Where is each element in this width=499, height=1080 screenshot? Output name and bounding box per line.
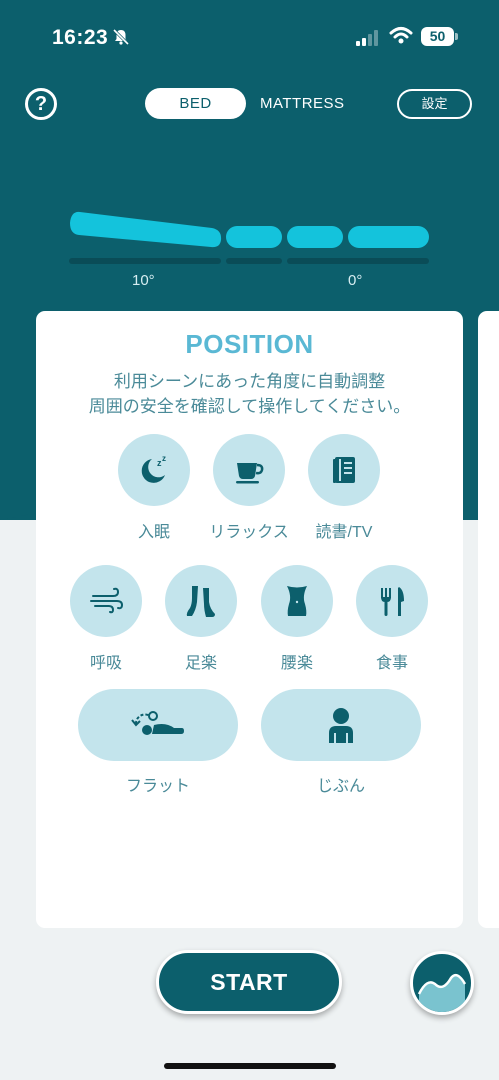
position-relax-label: リラックス [209,524,289,541]
coffee-cup-icon [236,463,264,484]
home-indicator [164,1063,336,1069]
book-icon [333,457,355,483]
position-reading-label: 読書/TV [315,524,373,541]
settings-button[interactable]: 設定 [397,89,472,119]
position-relax-button[interactable] [213,434,285,506]
bed-base-foot [287,258,429,264]
svg-text:z: z [162,454,166,463]
tab-bed[interactable]: BED [145,88,246,119]
position-flat-button[interactable] [78,689,238,761]
description-line-2: 周囲の安全を確認して操作してください。 [88,397,411,416]
fork-knife-icon [381,587,404,616]
position-waist-label: 腰楽 [280,655,313,672]
bed-foot-segment [348,226,429,248]
wifi-icon [389,26,413,51]
description-line-1: 利用シーンにあった角度に自動調整 [113,372,386,391]
bed-seat-segment [226,226,282,248]
waist-icon [287,586,307,616]
position-waist-button[interactable] [261,565,333,637]
feet-icon [186,586,215,617]
signal-icon [356,30,382,51]
position-custom-label: じぶん [316,778,365,795]
person-icon [329,708,353,743]
status-bar: 16:23 50 [0,22,499,56]
start-button[interactable]: START [156,950,342,1014]
foot-angle-label: 0° [348,272,363,289]
bed-base-head [69,258,221,264]
position-sleep-button[interactable]: z z [118,434,190,506]
bed-thigh-segment [287,226,343,248]
position-breathing-label: 呼吸 [89,655,122,672]
battery-tip [455,33,458,40]
position-breathing-button[interactable] [70,565,142,637]
bed-base-seat [226,258,282,264]
position-custom-button[interactable] [261,689,421,761]
wind-icon [90,587,124,614]
help-button[interactable]: ? [25,88,57,120]
card-title: POSITION [185,329,314,359]
position-meal-label: 食事 [375,655,408,672]
position-meal-button[interactable] [356,565,428,637]
battery-indicator: 50 [421,27,454,46]
sleep-icon: z z [141,454,166,483]
head-angle-label: 10° [132,272,155,289]
status-time: 16:23 [52,26,109,49]
position-sleep-label: 入眠 [137,524,170,541]
next-card-peek[interactable] [478,311,499,928]
flat-icon [131,711,184,735]
tab-mattress[interactable]: MATTRESS [260,88,345,119]
wave-icon [417,973,467,1012]
position-feet-label: 足楽 [184,655,217,672]
bed-angle-visualization: 10° 0° [0,190,499,300]
wave-mode-button[interactable] [410,951,474,1015]
bell-muted-icon [112,28,130,51]
position-feet-button[interactable] [165,565,237,637]
card-description: 利用シーンにあった角度に自動調整 周囲の安全を確認して操作してください。 [36,369,463,419]
bed-head-segment [70,211,222,248]
position-card: POSITION 利用シーンにあった角度に自動調整 周囲の安全を確認して操作して… [36,311,463,928]
position-flat-label: フラット [125,778,190,795]
position-reading-button[interactable] [308,434,380,506]
